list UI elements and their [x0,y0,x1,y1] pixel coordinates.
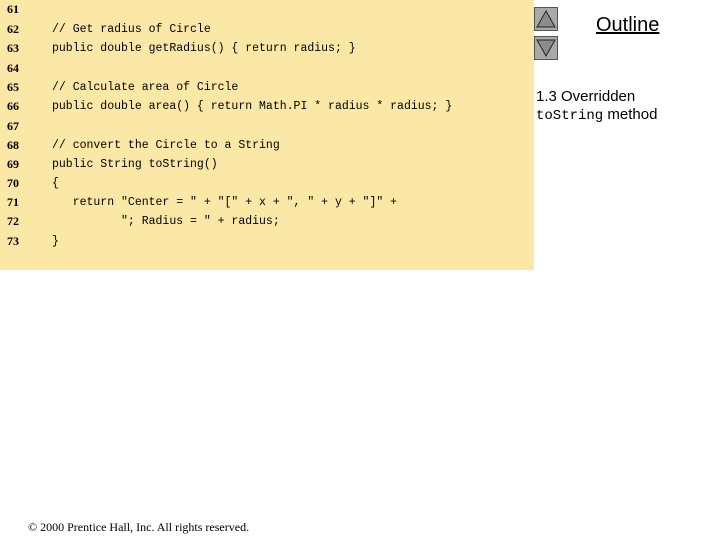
outline-link[interactable]: Outline [596,14,659,37]
code-line: 65 // Calculate area of Circle [0,78,534,97]
code-text: // convert the Circle to a String [52,139,280,152]
code-line: 62 // Get radius of Circle [0,20,534,39]
code-line: 73} [0,232,534,251]
outline-note: 1.3 Overridden toString method [536,88,716,125]
code-text: public double area() { return Math.PI * … [52,100,453,113]
code-line: 66 public double area() { return Math.PI … [0,97,534,116]
outline-note-code: toString [536,108,604,124]
code-text: public double getRadius() { return radiu… [52,42,356,55]
code-line: 71 return "Center = " + "[" + x + ", " +… [0,193,534,212]
code-line: 72 "; Radius = " + radius; [0,212,534,231]
code-line: 64 [0,59,534,78]
line-number: 67 [7,119,19,133]
code-text: // Calculate area of Circle [52,81,239,94]
code-line: 67 [0,117,534,136]
code-line: 69 public String toString() [0,155,534,174]
code-text: "; Radius = " + radius; [52,215,280,228]
code-line: 63 public double getRadius() { return rad… [0,39,534,58]
line-number: 71 [7,195,19,209]
line-number: 68 [7,138,19,152]
line-number: 73 [7,234,19,248]
line-number: 69 [7,157,19,171]
line-number: 64 [7,61,19,75]
triangle-down-icon [536,39,556,58]
code-line: 70 { [0,174,534,193]
code-text: } [52,235,59,248]
line-number: 66 [7,99,19,113]
code-line: 61 [0,0,534,19]
line-number: 70 [7,176,19,190]
line-number: 62 [7,22,19,36]
code-panel: 61 62 // Get radius of Circle 63 public do… [0,0,534,270]
line-number: 65 [7,80,19,94]
outline-note-detail: toString method [536,106,716,125]
outline-note-heading: 1.3 Overridden [536,88,636,105]
line-number: 72 [7,214,19,228]
triangle-up-icon [536,9,556,28]
next-slide-button[interactable] [534,36,558,60]
copyright-footer: © 2000 Prentice Hall, Inc. All rights re… [28,520,250,534]
code-text: return "Center = " + "[" + x + ", " + y … [52,196,398,209]
code-text: { [52,177,59,190]
code-text: public String toString() [52,158,218,171]
line-number: 61 [7,2,19,16]
previous-slide-button[interactable] [534,7,558,31]
outline-note-suffix: method [603,106,658,123]
code-line: 68 // convert the Circle to a String [0,136,534,155]
line-number: 63 [7,41,19,55]
code-text: // Get radius of Circle [52,23,211,36]
